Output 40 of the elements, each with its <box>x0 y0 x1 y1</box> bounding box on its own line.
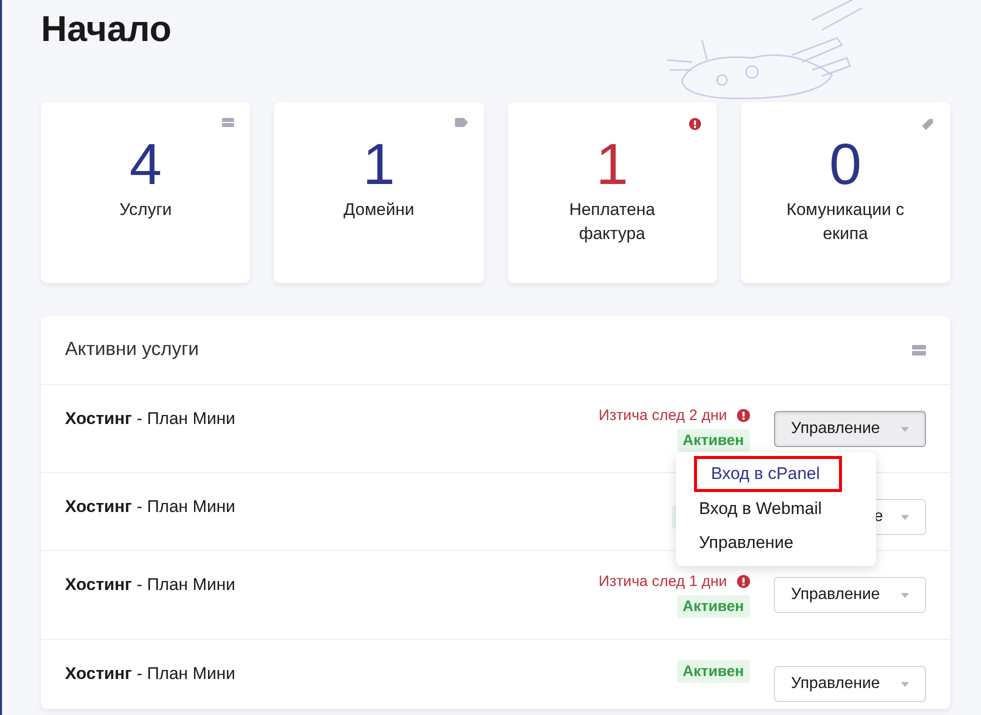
menu-item[interactable]: Вход в cPanel <box>694 456 842 492</box>
tag-icon <box>454 118 468 127</box>
stat-value: 1 <box>596 132 628 198</box>
expiry-text: Изтича след 2 дни <box>598 407 727 424</box>
stat-value: 4 <box>129 132 162 198</box>
caret-icon <box>901 514 909 520</box>
stat-card[interactable]: 1 Домейни <box>274 102 484 283</box>
server-icon <box>222 118 234 128</box>
expiry-text: Изтича след 1 дни <box>598 573 727 590</box>
service-name[interactable]: Хостинг - План Мини <box>65 409 236 472</box>
caret-icon <box>901 426 909 432</box>
stat-label: Услуги <box>118 199 173 221</box>
status-badge: Активен <box>676 660 750 683</box>
alert-icon <box>688 118 701 130</box>
stat-card[interactable]: 4 Услуги <box>41 102 250 283</box>
tag-icon <box>921 118 934 131</box>
alert-icon <box>737 409 750 422</box>
page-title: Начало <box>41 7 172 51</box>
menu-item[interactable]: Управление <box>676 526 876 560</box>
manage-button[interactable]: Управление <box>774 666 926 702</box>
manage-button[interactable]: Управление <box>774 411 926 447</box>
stat-label: Комуникации с екипа <box>785 199 906 245</box>
stat-card[interactable]: 1 Неплатена фактура <box>508 102 717 283</box>
stat-value: 1 <box>362 132 395 198</box>
menu-item[interactable]: Вход в Webmail <box>676 492 876 526</box>
server-icon <box>912 344 926 356</box>
status-badge: Активен <box>676 429 750 452</box>
stat-label: Неплатена фактура <box>568 199 656 245</box>
stat-value: 0 <box>829 132 862 198</box>
caret-icon <box>901 682 909 686</box>
stat-card[interactable]: 0 Комуникации с екипа <box>740 102 950 283</box>
alert-icon <box>737 575 750 588</box>
stat-label: Домейни <box>342 199 416 221</box>
service-name[interactable]: Хостинг - План Мини <box>65 664 236 709</box>
caret-icon <box>901 592 909 598</box>
service-name[interactable]: Хостинг - План Мини <box>65 575 236 639</box>
panel-title: Активни услуги <box>65 339 199 361</box>
manage-button[interactable]: Управление <box>774 577 926 613</box>
service-name[interactable]: Хостинг - План Мини <box>65 497 236 550</box>
status-badge: Активен <box>676 595 750 618</box>
